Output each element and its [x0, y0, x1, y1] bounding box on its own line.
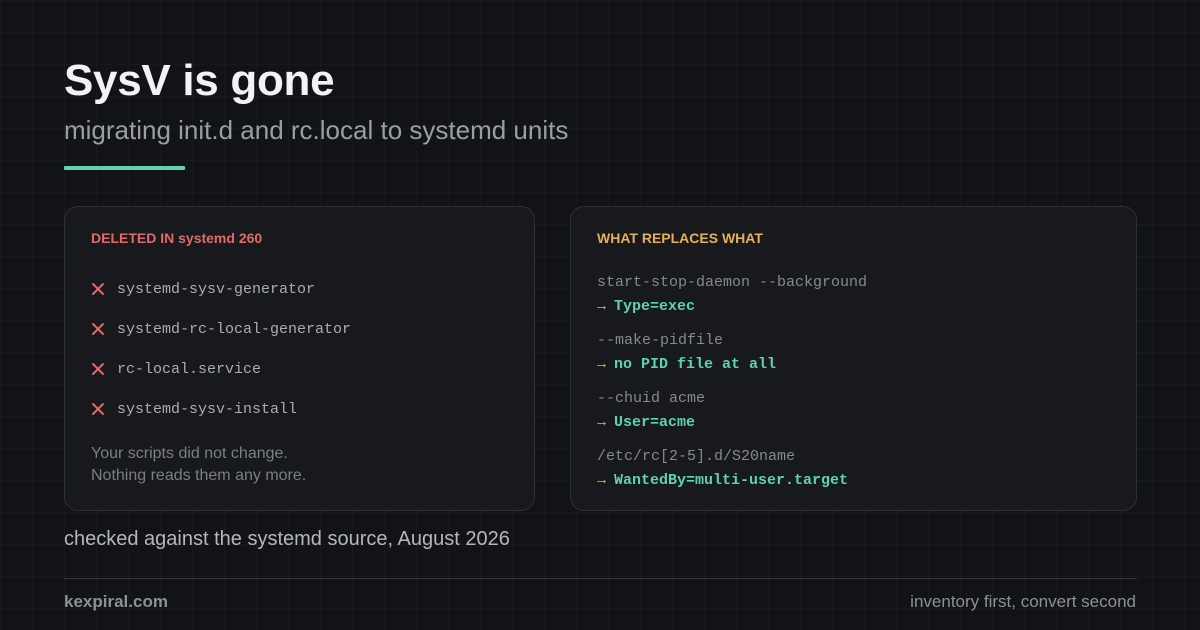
old-option: /etc/rc[2-5].d/S20name — [597, 448, 796, 465]
deleted-card: DELETED IN systemd 260 systemd-sysv-gene… — [64, 206, 535, 511]
replacement-list: start-stop-daemon --background → Type=ex… — [597, 271, 867, 503]
right-arrow-icon: → — [597, 472, 607, 489]
right-arrow-icon: → — [597, 298, 607, 315]
old-option: --make-pidfile — [597, 332, 724, 349]
new-option: WantedBy=multi-user.target — [614, 472, 849, 489]
list-item: rc-local.service — [91, 349, 351, 389]
deleted-item-label: systemd-sysv-generator — [117, 280, 316, 298]
deleted-item-label: rc-local.service — [117, 360, 262, 378]
new-option: Type=exec — [614, 298, 696, 315]
tagline: inventory first, convert second — [910, 592, 1136, 611]
replacement-pair: start-stop-daemon --background → Type=ex… — [597, 271, 867, 329]
new-option-row: → User=acme — [597, 411, 867, 435]
new-option: no PID file at all — [614, 356, 777, 373]
replaces-card: WHAT REPLACES WHAT start-stop-daemon --b… — [570, 206, 1137, 511]
replacement-pair: --make-pidfile → no PID file at all — [597, 329, 867, 387]
deleted-list: systemd-sysv-generator systemd-rc-local-… — [91, 269, 351, 429]
list-item: systemd-sysv-generator — [91, 269, 351, 309]
new-option-row: → Type=exec — [597, 295, 867, 319]
accent-bar — [64, 166, 185, 170]
new-option-row: → WantedBy=multi-user.target — [597, 469, 867, 493]
deleted-card-heading: DELETED IN systemd 260 — [91, 230, 263, 246]
deleted-item-label: systemd-rc-local-generator — [117, 320, 352, 338]
list-item: systemd-sysv-install — [91, 389, 351, 429]
right-arrow-icon: → — [597, 414, 607, 431]
old-option: start-stop-daemon --background — [597, 274, 868, 291]
x-icon — [92, 403, 104, 415]
deleted-note: Your scripts did not change. Nothing rea… — [91, 443, 306, 487]
page-subtitle: migrating init.d and rc.local to systemd… — [64, 115, 569, 145]
list-item: systemd-rc-local-generator — [91, 309, 351, 349]
replaces-card-heading: WHAT REPLACES WHAT — [597, 230, 763, 246]
x-icon — [92, 283, 104, 295]
brand-link[interactable]: kexpiral.com — [64, 592, 168, 612]
right-arrow-icon: → — [597, 356, 607, 373]
replacement-pair: /etc/rc[2-5].d/S20name → WantedBy=multi-… — [597, 445, 867, 503]
footer-divider — [64, 578, 1137, 579]
footnote: checked against the systemd source, Augu… — [64, 528, 510, 550]
replacement-pair: --chuid acme → User=acme — [597, 387, 867, 445]
deleted-note-line: Nothing reads them any more. — [91, 467, 307, 484]
x-icon — [92, 323, 104, 335]
deleted-item-label: systemd-sysv-install — [117, 400, 298, 418]
x-icon — [92, 363, 104, 375]
page-title: SysV is gone — [64, 56, 335, 105]
new-option: User=acme — [614, 414, 696, 431]
new-option-row: → no PID file at all — [597, 353, 867, 377]
deleted-note-line: Your scripts did not change. — [91, 445, 288, 462]
old-option: --chuid acme — [597, 390, 706, 407]
